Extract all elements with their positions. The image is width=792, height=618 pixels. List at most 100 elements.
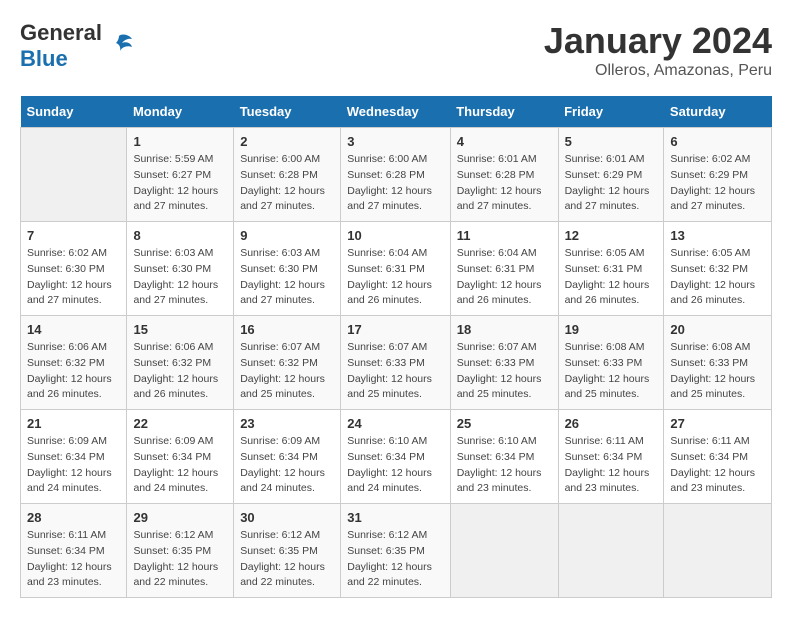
calendar-cell: 7 Sunrise: 6:02 AMSunset: 6:30 PMDaylight… [21, 222, 127, 316]
calendar-cell: 28Sunrise: 6:11 AMSunset: 6:34 PMDayligh… [21, 504, 127, 598]
weekday-header: Sunday [21, 96, 127, 128]
day-detail: Sunrise: 6:04 AMSunset: 6:31 PMDaylight:… [457, 246, 552, 309]
day-detail: Sunrise: 6:03 AMSunset: 6:30 PMDaylight:… [240, 246, 334, 309]
calendar-cell: 20 Sunrise: 6:08 AMSunset: 6:33 PMDayligh… [664, 316, 772, 410]
day-detail: Sunrise: 6:07 AMSunset: 6:33 PMDaylight:… [457, 340, 552, 403]
day-detail: Sunrise: 6:09 AMSunset: 6:34 PMDaylight:… [240, 434, 334, 497]
day-number: 21 [27, 416, 120, 431]
calendar-cell: 22Sunrise: 6:09 AMSunset: 6:34 PMDayligh… [127, 410, 234, 504]
day-detail: Sunrise: 6:09 AMSunset: 6:34 PMDaylight:… [133, 434, 227, 497]
weekday-header: Saturday [664, 96, 772, 128]
day-number: 20 [670, 322, 765, 337]
calendar-cell: 17 Sunrise: 6:07 AMSunset: 6:33 PMDayligh… [341, 316, 450, 410]
calendar-cell: 11 Sunrise: 6:04 AMSunset: 6:31 PMDayligh… [450, 222, 558, 316]
logo-blue: Blue [20, 46, 68, 71]
page-header: General Blue January 2024 Olleros, Amazo… [20, 20, 772, 80]
day-number: 11 [457, 228, 552, 243]
calendar-cell: 9 Sunrise: 6:03 AMSunset: 6:30 PMDaylight… [234, 222, 341, 316]
day-detail: Sunrise: 6:07 AMSunset: 6:33 PMDaylight:… [347, 340, 443, 403]
calendar-cell [450, 504, 558, 598]
calendar-header-row: SundayMondayTuesdayWednesdayThursdayFrid… [21, 96, 772, 128]
day-detail: Sunrise: 6:12 AMSunset: 6:35 PMDaylight:… [133, 528, 227, 591]
calendar-week-row: 7 Sunrise: 6:02 AMSunset: 6:30 PMDaylight… [21, 222, 772, 316]
logo: General Blue [20, 20, 134, 72]
calendar-cell: 25Sunrise: 6:10 AMSunset: 6:34 PMDayligh… [450, 410, 558, 504]
day-detail: Sunrise: 6:06 AMSunset: 6:32 PMDaylight:… [27, 340, 120, 403]
calendar-cell: 19Sunrise: 6:08 AMSunset: 6:33 PMDayligh… [558, 316, 664, 410]
day-detail: Sunrise: 6:12 AMSunset: 6:35 PMDaylight:… [240, 528, 334, 591]
day-number: 27 [670, 416, 765, 431]
day-detail: Sunrise: 6:04 AMSunset: 6:31 PMDaylight:… [347, 246, 443, 309]
calendar-week-row: 14Sunrise: 6:06 AMSunset: 6:32 PMDayligh… [21, 316, 772, 410]
calendar-cell: 31Sunrise: 6:12 AMSunset: 6:35 PMDayligh… [341, 504, 450, 598]
calendar-cell: 1 Sunrise: 5:59 AMSunset: 6:27 PMDaylight… [127, 128, 234, 222]
day-number: 29 [133, 510, 227, 525]
calendar-cell: 24 Sunrise: 6:10 AMSunset: 6:34 PMDayligh… [341, 410, 450, 504]
calendar-cell: 14Sunrise: 6:06 AMSunset: 6:32 PMDayligh… [21, 316, 127, 410]
day-detail: Sunrise: 6:03 AMSunset: 6:30 PMDaylight:… [133, 246, 227, 309]
day-detail: Sunrise: 6:05 AMSunset: 6:32 PMDaylight:… [670, 246, 765, 309]
day-number: 2 [240, 134, 334, 149]
calendar-cell: 5 Sunrise: 6:01 AMSunset: 6:29 PMDaylight… [558, 128, 664, 222]
calendar-cell: 26 Sunrise: 6:11 AMSunset: 6:34 PMDayligh… [558, 410, 664, 504]
calendar-cell: 23 Sunrise: 6:09 AMSunset: 6:34 PMDayligh… [234, 410, 341, 504]
day-detail: Sunrise: 6:01 AMSunset: 6:29 PMDaylight:… [565, 152, 658, 215]
day-number: 5 [565, 134, 658, 149]
weekday-header: Monday [127, 96, 234, 128]
day-number: 9 [240, 228, 334, 243]
day-number: 28 [27, 510, 120, 525]
day-number: 23 [240, 416, 334, 431]
logo-bird-icon [104, 31, 134, 61]
calendar-cell [21, 128, 127, 222]
day-detail: Sunrise: 6:01 AMSunset: 6:28 PMDaylight:… [457, 152, 552, 215]
day-number: 31 [347, 510, 443, 525]
logo-text: General Blue [20, 20, 102, 72]
day-detail: Sunrise: 5:59 AMSunset: 6:27 PMDaylight:… [133, 152, 227, 215]
calendar-week-row: 1 Sunrise: 5:59 AMSunset: 6:27 PMDaylight… [21, 128, 772, 222]
day-detail: Sunrise: 6:05 AMSunset: 6:31 PMDaylight:… [565, 246, 658, 309]
calendar-cell: 6Sunrise: 6:02 AMSunset: 6:29 PMDaylight… [664, 128, 772, 222]
day-detail: Sunrise: 6:02 AMSunset: 6:30 PMDaylight:… [27, 246, 120, 309]
day-number: 26 [565, 416, 658, 431]
day-number: 30 [240, 510, 334, 525]
calendar-cell: 8 Sunrise: 6:03 AMSunset: 6:30 PMDaylight… [127, 222, 234, 316]
subtitle: Olleros, Amazonas, Peru [544, 62, 772, 80]
day-number: 4 [457, 134, 552, 149]
day-detail: Sunrise: 6:10 AMSunset: 6:34 PMDaylight:… [457, 434, 552, 497]
day-number: 12 [565, 228, 658, 243]
calendar-cell: 10 Sunrise: 6:04 AMSunset: 6:31 PMDayligh… [341, 222, 450, 316]
day-number: 17 [347, 322, 443, 337]
day-number: 13 [670, 228, 765, 243]
day-detail: Sunrise: 6:11 AMSunset: 6:34 PMDaylight:… [565, 434, 658, 497]
day-detail: Sunrise: 6:11 AMSunset: 6:34 PMDaylight:… [670, 434, 765, 497]
day-detail: Sunrise: 6:08 AMSunset: 6:33 PMDaylight:… [670, 340, 765, 403]
day-number: 24 [347, 416, 443, 431]
logo-general: General [20, 20, 102, 45]
day-number: 10 [347, 228, 443, 243]
calendar-cell: 2 Sunrise: 6:00 AMSunset: 6:28 PMDaylight… [234, 128, 341, 222]
weekday-header: Wednesday [341, 96, 450, 128]
day-number: 1 [133, 134, 227, 149]
calendar-cell: 16Sunrise: 6:07 AMSunset: 6:32 PMDayligh… [234, 316, 341, 410]
day-number: 18 [457, 322, 552, 337]
calendar-week-row: 28Sunrise: 6:11 AMSunset: 6:34 PMDayligh… [21, 504, 772, 598]
day-number: 8 [133, 228, 227, 243]
calendar-week-row: 21 Sunrise: 6:09 AMSunset: 6:34 PMDayligh… [21, 410, 772, 504]
weekday-header: Friday [558, 96, 664, 128]
day-number: 3 [347, 134, 443, 149]
day-number: 15 [133, 322, 227, 337]
day-number: 7 [27, 228, 120, 243]
day-detail: Sunrise: 6:07 AMSunset: 6:32 PMDaylight:… [240, 340, 334, 403]
calendar-cell: 4 Sunrise: 6:01 AMSunset: 6:28 PMDaylight… [450, 128, 558, 222]
calendar-cell [558, 504, 664, 598]
calendar-cell: 12 Sunrise: 6:05 AMSunset: 6:31 PMDayligh… [558, 222, 664, 316]
calendar-cell: 27 Sunrise: 6:11 AMSunset: 6:34 PMDayligh… [664, 410, 772, 504]
day-detail: Sunrise: 6:02 AMSunset: 6:29 PMDaylight:… [670, 152, 765, 215]
day-detail: Sunrise: 6:06 AMSunset: 6:32 PMDaylight:… [133, 340, 227, 403]
calendar-cell: 18 Sunrise: 6:07 AMSunset: 6:33 PMDayligh… [450, 316, 558, 410]
day-detail: Sunrise: 6:10 AMSunset: 6:34 PMDaylight:… [347, 434, 443, 497]
day-detail: Sunrise: 6:00 AMSunset: 6:28 PMDaylight:… [240, 152, 334, 215]
weekday-header: Tuesday [234, 96, 341, 128]
title-block: January 2024 Olleros, Amazonas, Peru [544, 20, 772, 80]
day-detail: Sunrise: 6:00 AMSunset: 6:28 PMDaylight:… [347, 152, 443, 215]
